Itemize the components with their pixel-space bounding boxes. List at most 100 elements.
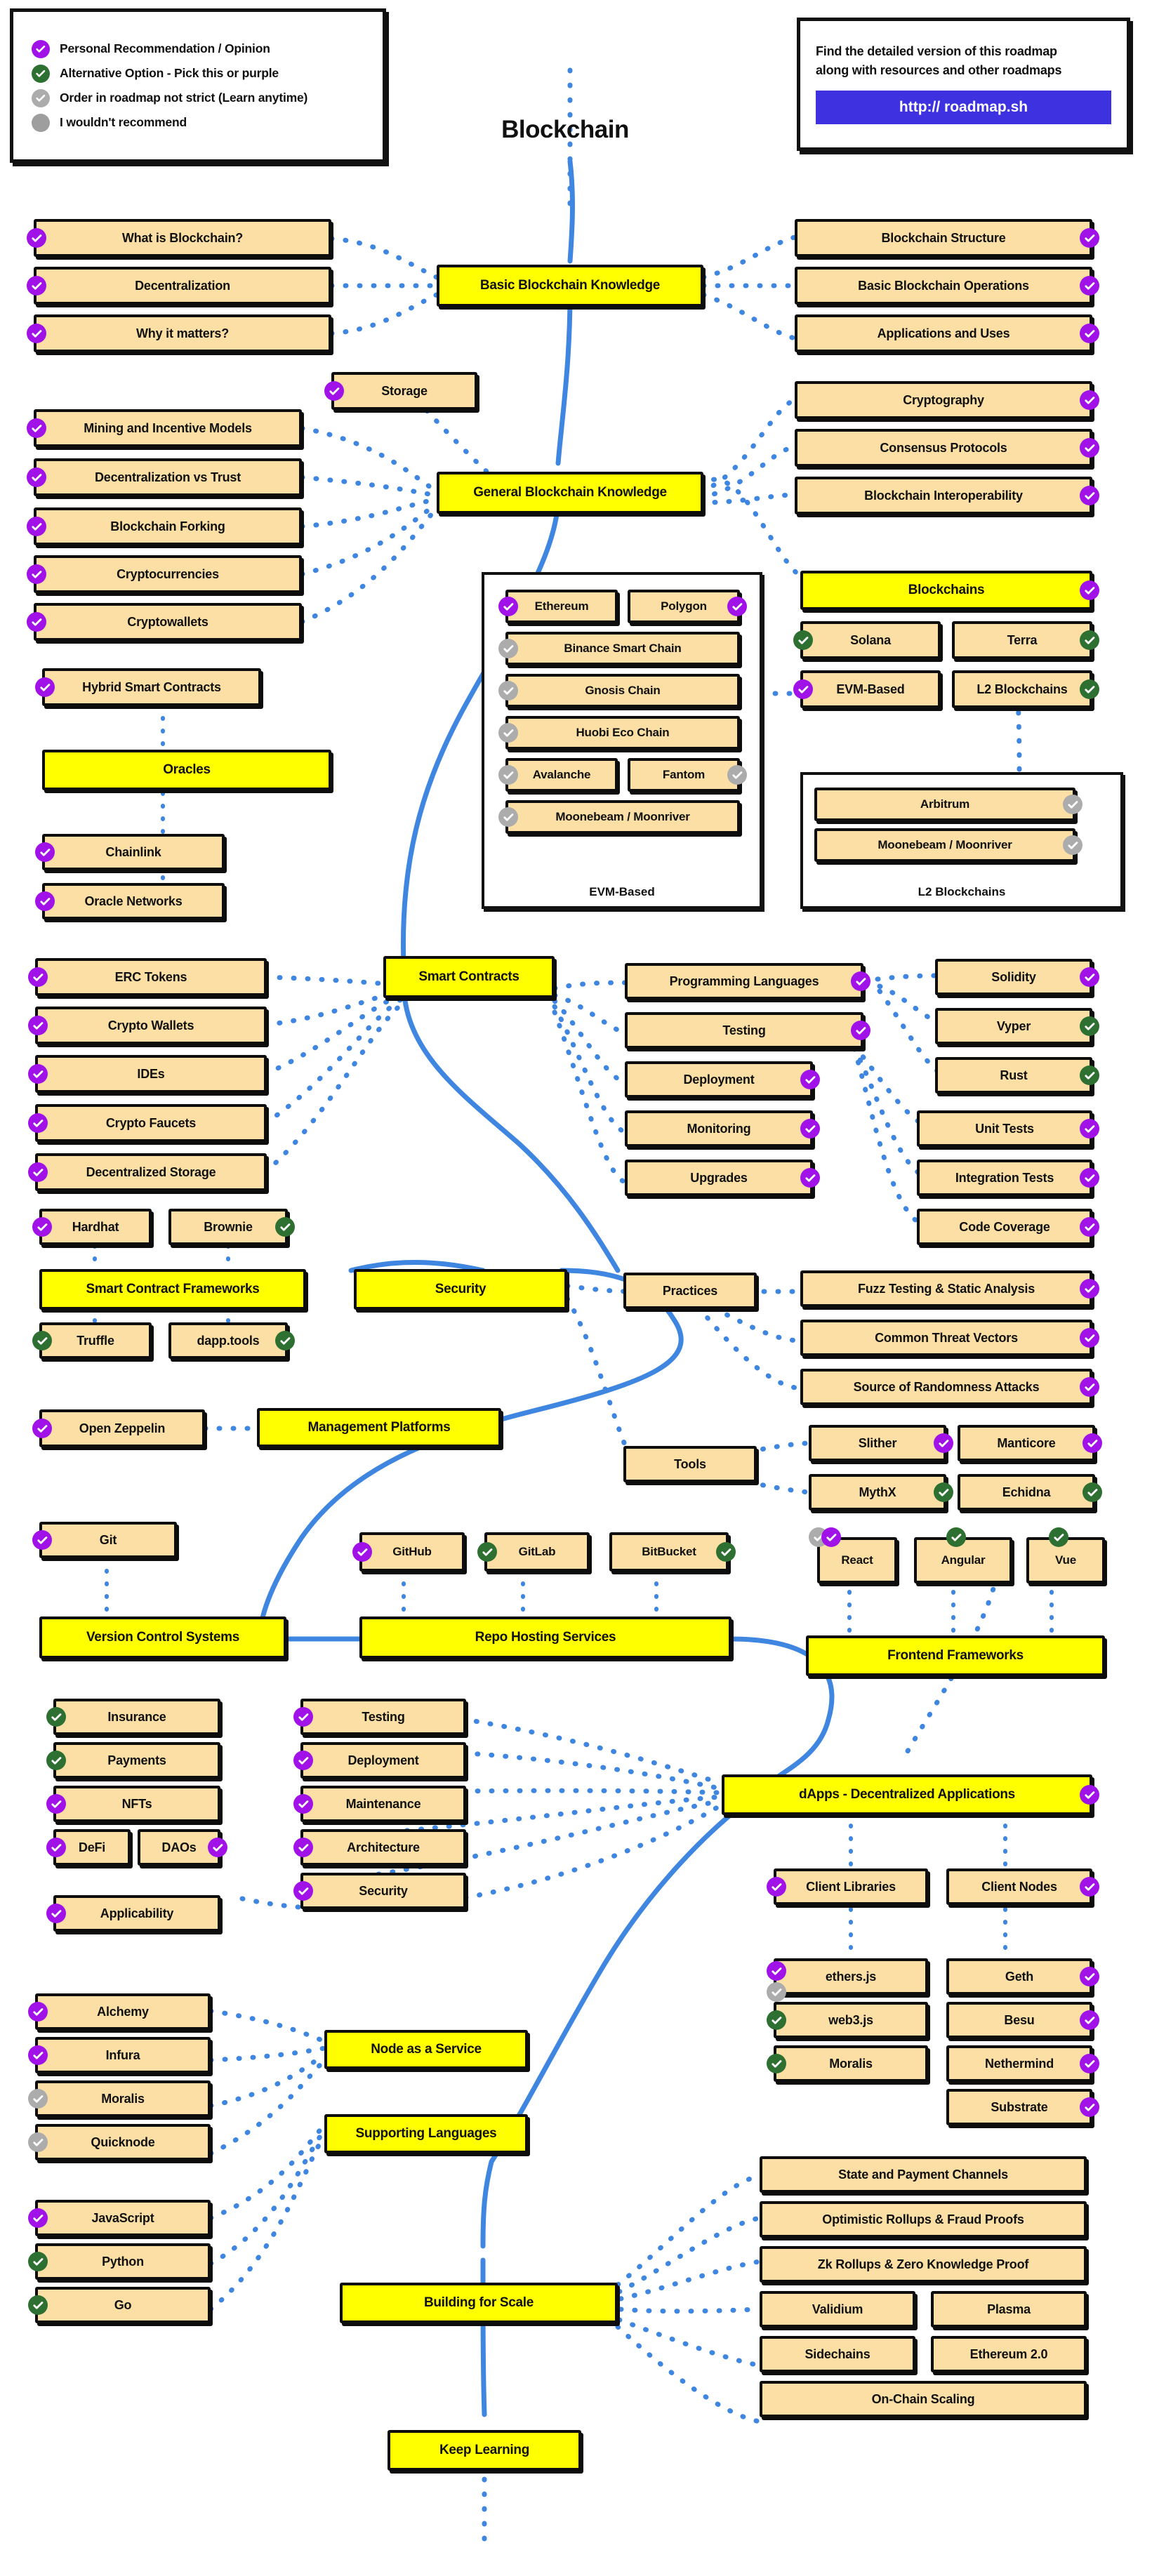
node-security-main[interactable]: Security [354, 1269, 567, 1310]
node-frontend-frameworks[interactable]: Frontend Frameworks [806, 1635, 1105, 1676]
node-applications-and-uses[interactable]: Applications and Uses [795, 314, 1099, 352]
node-ethers-js[interactable]: ethers.js [767, 1958, 928, 2002]
node-vue[interactable]: Vue [1026, 1527, 1105, 1584]
node-vyper[interactable]: Vyper [935, 1008, 1099, 1044]
node-echidna[interactable]: Echidna [958, 1474, 1102, 1511]
node-sidechains[interactable]: Sidechains [760, 2336, 915, 2372]
node-gitlab[interactable]: GitLab [477, 1532, 590, 1572]
node-oracles[interactable]: Oracles [42, 750, 331, 790]
node-infura[interactable]: Infura [28, 2037, 211, 2073]
node-polygon[interactable]: Polygon [628, 590, 747, 623]
node-ethereum[interactable]: Ethereum [498, 590, 618, 623]
node-defi[interactable]: DeFi [46, 1829, 131, 1866]
node-bitbucket[interactable]: BitBucket [609, 1532, 736, 1572]
node-security-dapps[interactable]: Security [293, 1873, 466, 1909]
node-unit-tests[interactable]: Unit Tests [917, 1110, 1099, 1147]
node-deployment-sc[interactable]: Deployment [625, 1061, 820, 1098]
node-rust[interactable]: Rust [935, 1057, 1099, 1094]
node-javascript[interactable]: JavaScript [28, 2200, 211, 2236]
node-slither[interactable]: Slither [809, 1425, 953, 1461]
node-cryptocurrencies[interactable]: Cryptocurrencies [27, 555, 302, 593]
node-l2-blockchains[interactable]: L2 Blockchains [952, 670, 1099, 708]
node-repo-hosting-services[interactable]: Repo Hosting Services [359, 1616, 731, 1659]
node-git[interactable]: Git [32, 1522, 177, 1558]
node-gnosis-chain[interactable]: Gnosis Chain [498, 674, 740, 708]
node-mythx[interactable]: MythX [809, 1474, 953, 1511]
node-mining-and-incentive-models[interactable]: Mining and Incentive Models [27, 409, 302, 447]
node-decentralized-storage[interactable]: Decentralized Storage [28, 1153, 267, 1191]
node-blockchain-structure[interactable]: Blockchain Structure [795, 219, 1099, 257]
node-basic-blockchain-operations[interactable]: Basic Blockchain Operations [795, 267, 1099, 305]
node-geth[interactable]: Geth [946, 1958, 1099, 1995]
node-validium[interactable]: Validium [760, 2291, 915, 2328]
node-optimistic-rollups[interactable]: Optimistic Rollups & Fraud Proofs [760, 2201, 1087, 2238]
node-client-libraries[interactable]: Client Libraries [767, 1868, 928, 1905]
node-arbitrum[interactable]: Arbitrum [814, 788, 1083, 821]
node-nfts[interactable]: NFTs [46, 1786, 220, 1822]
node-insurance[interactable]: Insurance [46, 1699, 220, 1735]
node-source-of-randomness-attacks[interactable]: Source of Randomness Attacks [800, 1369, 1099, 1405]
node-avalanche[interactable]: Avalanche [498, 758, 618, 792]
node-besu[interactable]: Besu [946, 2002, 1099, 2038]
node-crypto-faucets[interactable]: Crypto Faucets [28, 1104, 267, 1142]
node-why-it-matters[interactable]: Why it matters? [27, 314, 331, 352]
node-deployment-dapps[interactable]: Deployment [293, 1742, 466, 1779]
node-moralis-client[interactable]: Moralis [767, 2045, 928, 2082]
node-python[interactable]: Python [28, 2243, 211, 2280]
node-nethermind[interactable]: Nethermind [946, 2045, 1099, 2082]
node-go[interactable]: Go [28, 2287, 211, 2323]
node-programming-languages[interactable]: Programming Languages [625, 963, 870, 1000]
node-monitoring[interactable]: Monitoring [625, 1110, 820, 1147]
node-fantom[interactable]: Fantom [628, 758, 747, 792]
roadmap-url-button[interactable]: http:// roadmap.sh [816, 91, 1111, 124]
node-chainlink[interactable]: Chainlink [35, 834, 225, 870]
node-applicability[interactable]: Applicability [46, 1895, 220, 1932]
node-moonbeam-moonriver-l2[interactable]: Moonebeam / Moonriver [814, 828, 1083, 862]
node-daos[interactable]: DAOs [138, 1829, 227, 1866]
node-decentralization-vs-trust[interactable]: Decentralization vs Trust [27, 458, 302, 496]
node-oracle-networks[interactable]: Oracle Networks [35, 883, 225, 919]
node-zk-rollups[interactable]: Zk Rollups & Zero Knowledge Proof [760, 2246, 1087, 2283]
node-substrate[interactable]: Substrate [946, 2089, 1099, 2125]
node-storage[interactable]: Storage [324, 372, 477, 410]
node-cryptography[interactable]: Cryptography [795, 381, 1099, 419]
node-angular[interactable]: Angular [914, 1527, 1012, 1584]
node-supporting-languages[interactable]: Supporting Languages [324, 2114, 528, 2153]
node-ethereum-2[interactable]: Ethereum 2.0 [931, 2336, 1087, 2372]
node-web3-js[interactable]: web3.js [767, 2002, 928, 2038]
node-github[interactable]: GitHub [352, 1532, 465, 1572]
node-blockchains[interactable]: Blockchains [800, 571, 1099, 610]
node-huobi-eco-chain[interactable]: Huobi Eco Chain [498, 716, 740, 750]
node-binance-smart-chain[interactable]: Binance Smart Chain [498, 632, 740, 665]
node-practices[interactable]: Practices [623, 1273, 757, 1309]
node-crypto-wallets[interactable]: Crypto Wallets [28, 1007, 267, 1044]
node-solidity[interactable]: Solidity [935, 959, 1099, 995]
node-blockchain-forking[interactable]: Blockchain Forking [27, 507, 302, 545]
node-solana[interactable]: Solana [793, 621, 941, 659]
node-client-nodes[interactable]: Client Nodes [946, 1868, 1099, 1905]
node-moralis-naas[interactable]: Moralis [28, 2080, 211, 2117]
node-plasma[interactable]: Plasma [931, 2291, 1087, 2328]
node-building-for-scale[interactable]: Building for Scale [340, 2283, 618, 2323]
node-consensus-protocols[interactable]: Consensus Protocols [795, 429, 1099, 467]
node-dapp-tools[interactable]: dapp.tools [168, 1322, 295, 1359]
node-dapps[interactable]: dApps - Decentralized Applications [722, 1774, 1099, 1815]
node-alchemy[interactable]: Alchemy [28, 1993, 211, 2030]
node-evm-based[interactable]: EVM-Based [793, 670, 941, 708]
node-maintenance[interactable]: Maintenance [293, 1786, 466, 1822]
node-tools[interactable]: Tools [623, 1446, 757, 1482]
node-what-is-blockchain[interactable]: What is Blockchain? [27, 219, 331, 257]
node-open-zeppelin[interactable]: Open Zeppelin [32, 1409, 205, 1447]
node-hardhat[interactable]: Hardhat [32, 1209, 152, 1245]
node-react[interactable]: React [809, 1527, 897, 1584]
node-brownie[interactable]: Brownie [168, 1209, 295, 1245]
node-common-threat-vectors[interactable]: Common Threat Vectors [800, 1320, 1099, 1356]
node-state-and-payment-channels[interactable]: State and Payment Channels [760, 2156, 1087, 2193]
node-upgrades[interactable]: Upgrades [625, 1160, 820, 1196]
node-management-platforms[interactable]: Management Platforms [257, 1408, 501, 1447]
node-code-coverage[interactable]: Code Coverage [917, 1209, 1099, 1245]
node-keep-learning[interactable]: Keep Learning [388, 2430, 581, 2471]
node-version-control-systems[interactable]: Version Control Systems [39, 1616, 286, 1659]
node-erc-tokens[interactable]: ERC Tokens [28, 958, 267, 996]
node-basic-blockchain-knowledge[interactable]: Basic Blockchain Knowledge [437, 265, 703, 307]
